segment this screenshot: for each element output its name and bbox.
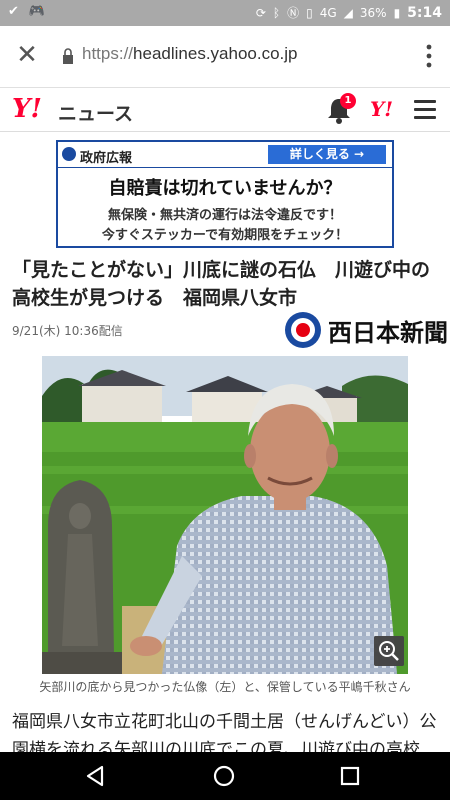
clock: 5:14 (407, 4, 442, 21)
article-headline: 「見たことがない」川底に謎の石仏 川遊び中の高校生が見つける 福岡県八女市 (12, 259, 431, 309)
url-field[interactable]: https://headlines.yahoo.co.jp (82, 44, 298, 64)
photo-caption: 矢部川の底から見つかった仏像（左）と、保管している平嶋千秋さん (39, 680, 411, 694)
network-label: 4G (319, 5, 337, 20)
ad-title: 自賠責は切れていませんか？ (108, 178, 342, 199)
sync-icon: ⟳ (255, 5, 266, 20)
home-icon[interactable] (212, 764, 236, 788)
government-ad-banner[interactable]: 政府広報 詳しく見る → 自賠責は切れていませんか？ 無保険・無共済の運行は法令… (56, 140, 394, 248)
browser-url-bar: ✕ https://headlines.yahoo.co.jp (0, 26, 450, 88)
lock-icon (63, 48, 73, 64)
back-icon[interactable] (84, 764, 108, 788)
android-nav-bar (0, 752, 450, 800)
notification-badge: 1 (340, 93, 356, 109)
close-icon[interactable]: ✕ (14, 42, 40, 68)
yahoo-top-link[interactable]: Y! (370, 97, 393, 121)
government-logo-icon (62, 147, 76, 161)
nfc-icon: Ⓝ (287, 6, 300, 20)
ad-top-bar: 政府広報 詳しく見る → (58, 142, 392, 168)
ad-line-2: 今すぐステッカーで有効期限をチェック！ (101, 228, 349, 243)
ad-org-label: 政府広報 (80, 151, 133, 166)
article-date: 9/21(木) 10:36配信 (12, 324, 123, 338)
publisher-logo[interactable]: 西日本新聞 (284, 310, 448, 350)
yahoo-news-header: Y! ニュース 1 Y! (0, 88, 450, 132)
signal-icon: ◢ (343, 5, 353, 20)
url-scheme: https:// (82, 44, 134, 63)
ad-details-button[interactable]: 詳しく見る → (268, 145, 386, 164)
vibrate-icon: ▯ (306, 5, 313, 20)
check-icon: ✔ (8, 4, 19, 19)
bluetooth-icon: ᛒ (272, 5, 281, 20)
article-photo[interactable] (42, 356, 408, 674)
recent-apps-icon[interactable] (340, 766, 360, 786)
battery-label: 36% (359, 5, 387, 20)
status-bar: ✔ 🎮 ⟳ ᛒ Ⓝ ▯ 4G ◢ 36% ▮ 5:14 (0, 0, 450, 26)
photo-illustration (42, 356, 408, 674)
nishinippon-logo-icon (285, 312, 321, 348)
battery-icon: ▮ (393, 5, 401, 20)
overflow-menu-icon[interactable] (426, 44, 432, 68)
hamburger-menu-icon[interactable] (414, 100, 436, 119)
zoom-icon[interactable] (374, 636, 404, 666)
publisher-name: 西日本新聞 (328, 317, 448, 347)
game-controller-icon: 🎮 (28, 4, 46, 19)
news-section-label[interactable]: ニュース (58, 99, 133, 126)
ad-line-1: 無保険・無共済の運行は法令違反です！ (107, 208, 342, 223)
url-host: headlines.yahoo.co.jp (133, 44, 298, 63)
yahoo-logo[interactable]: Y! (12, 94, 42, 124)
